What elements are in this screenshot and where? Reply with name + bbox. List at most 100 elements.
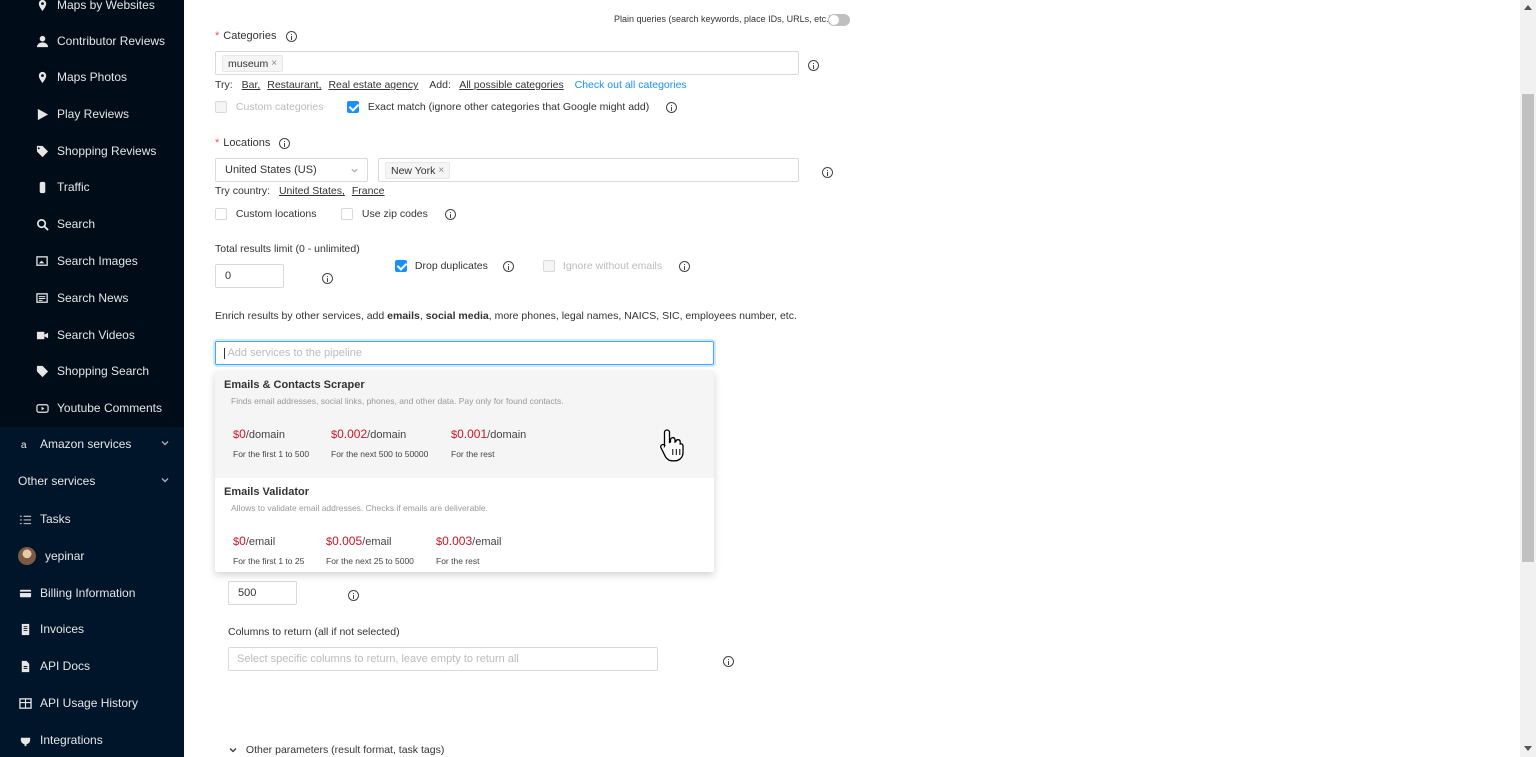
services-dropdown: Emails & Contacts Scraper Finds email ad… <box>215 371 714 572</box>
try-country-us-link[interactable]: United States, <box>279 185 345 197</box>
sidebar-item-maps-by-websites[interactable]: Maps by Websites <box>0 0 184 23</box>
sidebar-item-label: Search Images <box>57 254 138 268</box>
sidebar-item-billing[interactable]: Billing Information <box>0 575 184 611</box>
info-icon[interactable] <box>679 260 691 272</box>
plain-queries-toggle[interactable] <box>828 14 850 26</box>
sidebar-item-amazon-services[interactable]: a Amazon services <box>0 426 184 462</box>
try-link-restaurant[interactable]: Restaurant, <box>267 79 321 91</box>
price-tier: $0.001/domain <box>451 427 527 441</box>
columns-label: Columns to return (all if not selected) <box>228 626 400 638</box>
sidebar-item-search-images[interactable]: Search Images <box>0 243 184 279</box>
zip-codes-checkbox[interactable] <box>341 208 353 221</box>
drop-duplicates-checkbox[interactable] <box>395 260 407 273</box>
map-pin-icon <box>35 70 49 84</box>
try-country-france-link[interactable]: France <box>352 185 385 197</box>
drop-duplicates-option[interactable]: Drop duplicates <box>395 260 514 273</box>
info-icon[interactable] <box>321 273 333 285</box>
limit-input[interactable]: 500 <box>228 581 297 605</box>
info-icon[interactable] <box>502 260 514 272</box>
sidebar-item-api-usage[interactable]: API Usage History <box>0 685 184 721</box>
tag-icon <box>35 364 49 378</box>
zip-codes-option[interactable]: Use zip codes <box>341 208 456 221</box>
scroll-down-icon[interactable] <box>1524 746 1532 751</box>
sidebar-item-tasks[interactable]: Tasks <box>0 501 184 537</box>
info-icon[interactable] <box>285 30 297 42</box>
sidebar-item-label: API Usage History <box>40 696 139 710</box>
service-option-emails-contacts[interactable]: Emails & Contacts Scraper Finds email ad… <box>215 371 714 478</box>
sidebar-item-search[interactable]: Search <box>0 206 184 242</box>
exact-match-option[interactable]: Exact match (ignore other categories tha… <box>347 101 678 114</box>
sidebar-item-search-news[interactable]: Search News <box>0 280 184 316</box>
chevron-down-icon <box>350 166 359 178</box>
info-icon[interactable] <box>666 101 678 113</box>
sidebar-item-contributor-reviews[interactable]: Contributor Reviews <box>0 23 184 59</box>
traffic-icon <box>35 180 49 194</box>
country-select[interactable]: United States (US) <box>215 158 368 182</box>
sidebar-item-play-reviews[interactable]: Play Reviews <box>0 96 184 132</box>
sidebar-item-label: Maps Photos <box>57 70 128 84</box>
sidebar-item-integrations[interactable]: Integrations <box>0 722 184 757</box>
required-mark: * <box>215 30 220 42</box>
sidebar-item-label: Maps by Websites <box>57 0 155 12</box>
search-icon <box>35 217 49 231</box>
ignore-without-emails-checkbox[interactable] <box>543 260 555 273</box>
sidebar-item-label: Youtube Comments <box>57 401 162 415</box>
chevron-down-icon <box>160 474 170 484</box>
try-link-real-estate[interactable]: Real estate agency <box>328 79 418 91</box>
ignore-without-emails-option[interactable]: Ignore without emails <box>543 260 691 273</box>
sidebar-item-youtube-comments[interactable]: Youtube Comments <box>0 390 184 426</box>
categories-input[interactable]: museum × <box>215 51 799 75</box>
price-tier: $0.005/email <box>326 534 392 548</box>
sidebar-item-other-services[interactable]: Other services <box>0 463 184 499</box>
custom-locations-option[interactable]: Custom locations <box>215 208 316 221</box>
sidebar-item-label: yepinar <box>45 549 85 563</box>
total-results-input[interactable]: 0 <box>215 264 284 288</box>
columns-select[interactable]: Select specific columns to return, leave… <box>228 647 658 671</box>
categories-label: * Categories <box>215 30 297 42</box>
invoice-icon <box>18 622 32 636</box>
info-icon[interactable] <box>723 656 735 668</box>
close-icon[interactable]: × <box>271 58 277 69</box>
close-icon[interactable]: × <box>438 165 444 176</box>
youtube-icon <box>35 401 49 415</box>
other-parameters-toggle[interactable]: Other parameters (result format, task ta… <box>228 744 444 756</box>
check-out-categories-link[interactable]: Check out all categories <box>575 79 687 91</box>
add-all-categories-link[interactable]: All possible categories <box>459 79 563 91</box>
location-tag: New York × <box>385 162 451 179</box>
custom-categories-checkbox[interactable] <box>215 101 227 114</box>
sidebar-item-shopping-reviews[interactable]: Shopping Reviews <box>0 133 184 169</box>
sidebar-item-invoices[interactable]: Invoices <box>0 611 184 647</box>
info-icon[interactable] <box>348 590 360 602</box>
category-tag: museum × <box>222 55 284 72</box>
sidebar: Maps by Websites Contributor Reviews Map… <box>0 0 184 757</box>
sidebar-item-traffic[interactable]: Traffic <box>0 169 184 205</box>
exact-match-checkbox[interactable] <box>347 101 359 114</box>
sidebar-item-label: Play Reviews <box>57 107 130 121</box>
sidebar-item-label: Search Videos <box>57 328 135 342</box>
sidebar-item-api-docs[interactable]: API Docs <box>0 648 184 684</box>
service-option-emails-validator[interactable]: Emails Validator Allows to validate emai… <box>215 478 714 572</box>
custom-locations-checkbox[interactable] <box>215 208 227 221</box>
sidebar-item-maps-photos[interactable]: Maps Photos <box>0 59 184 95</box>
info-icon[interactable] <box>444 208 456 220</box>
play-icon <box>35 107 49 121</box>
scroll-up-icon[interactable] <box>1524 5 1532 10</box>
credit-card-icon <box>18 586 32 600</box>
sidebar-item-user[interactable]: yepinar <box>0 538 184 574</box>
services-pipeline-input[interactable]: Add services to the pipeline <box>215 341 714 365</box>
locations-input[interactable]: New York × <box>378 158 799 182</box>
price-tier: $0.002/domain <box>331 427 407 441</box>
info-icon[interactable] <box>808 60 819 72</box>
sidebar-item-search-videos[interactable]: Search Videos <box>0 317 184 353</box>
total-results-label: Total results limit (0 - unlimited) <box>215 243 360 255</box>
scrollbar-thumb[interactable] <box>1522 94 1534 562</box>
sidebar-item-shopping-search[interactable]: Shopping Search <box>0 353 184 389</box>
info-icon[interactable] <box>822 167 834 179</box>
custom-categories-option[interactable]: Custom categories <box>215 101 323 114</box>
list-icon <box>18 512 32 526</box>
sidebar-item-label: Billing Information <box>40 586 136 600</box>
sidebar-item-label: Invoices <box>40 622 85 636</box>
map-pin-icon <box>35 0 49 12</box>
try-link-bar[interactable]: Bar, <box>242 79 261 91</box>
info-icon[interactable] <box>279 137 291 149</box>
